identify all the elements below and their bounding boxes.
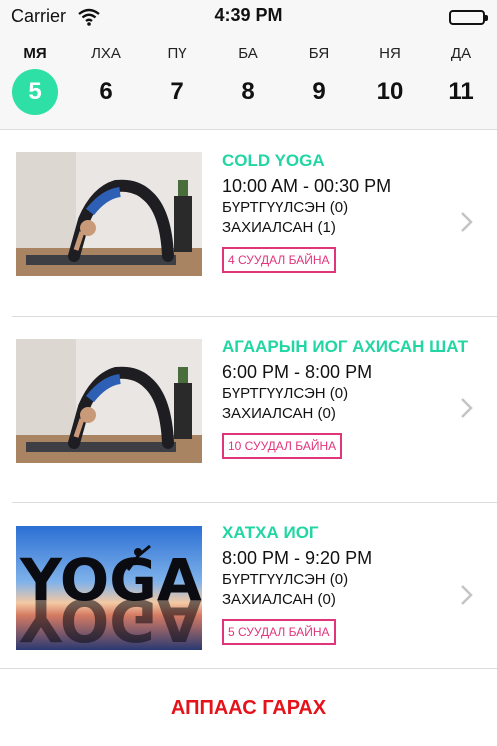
class-thumbnail [16, 152, 202, 276]
seats-available-badge: 10 СУУДАЛ БАЙНА [222, 433, 343, 459]
class-time: 8:00 PM - 9:20 PM [222, 548, 373, 568]
day-item-tue[interactable]: ЛХА 6 [76, 34, 136, 130]
day-number: 9 [312, 78, 326, 105]
day-number: 11 [448, 78, 474, 105]
day-item-thu[interactable]: БА 8 [218, 34, 278, 130]
day-number: 10 [376, 78, 404, 105]
chevron-right-icon [459, 210, 475, 234]
class-time: 6:00 PM - 8:00 PM [222, 362, 373, 382]
day-of-week-label: МЯ [23, 45, 47, 62]
class-thumbnail: YOGA YOGA [16, 526, 202, 650]
chevron-right-icon [459, 583, 475, 607]
booked-count: ЗАХИАЛСАН (0) [222, 405, 336, 422]
class-info: ХАТХА ИОГ 8:00 PM - 9:20 PM БҮРТГҮҮЛСЭН … [222, 522, 482, 645]
yoga-wheel-pose-image [16, 339, 202, 463]
battery-icon [449, 10, 488, 25]
week-day-strip: МЯ 5 ЛХА 6 ПҮ 7 БА 8 БЯ 9 НЯ 10 ДА 11 [0, 34, 497, 130]
day-of-week-label: ЛХА [91, 45, 121, 62]
day-item-sat[interactable]: НЯ 10 [360, 34, 420, 130]
class-list-item[interactable]: COLD YOGA 10:00 AM - 00:30 PM БҮРТГҮҮЛСЭ… [0, 130, 497, 316]
day-item-wed[interactable]: ПҮ 7 [147, 34, 207, 130]
registered-count: БҮРТГҮҮЛСЭН (0) [222, 385, 349, 402]
class-thumbnail [16, 339, 202, 463]
logout-button[interactable]: АППААС ГАРАХ [0, 697, 497, 720]
class-info: COLD YOGA 10:00 AM - 00:30 PM БҮРТГҮҮЛСЭ… [222, 150, 482, 273]
day-number: 7 [170, 78, 184, 105]
day-of-week-label: НЯ [379, 45, 401, 62]
seats-available-badge: 5 СУУДАЛ БАЙНА [222, 619, 336, 645]
status-bar: Carrier 4:39 PM [0, 0, 497, 34]
class-title: ХАТХА ИОГ [222, 523, 319, 542]
day-item-sun[interactable]: ДА 11 [431, 34, 491, 130]
svg-text:YOGA: YOGA [19, 586, 202, 650]
day-item-fri[interactable]: БЯ 9 [289, 34, 349, 130]
registered-count: БҮРТГҮҮЛСЭН (0) [222, 199, 349, 216]
class-title: COLD YOGA [222, 151, 325, 170]
class-list-item[interactable]: АГААРЫН ИОГ АХИСАН ШАТ 6:00 PM - 8:00 PM… [0, 316, 497, 502]
day-number: 6 [99, 78, 113, 105]
chevron-right-icon [459, 396, 475, 420]
day-number: 8 [241, 78, 255, 105]
day-item-mon[interactable]: МЯ 5 [5, 34, 65, 130]
class-list-item[interactable]: YOGA YOGA ХАТХА ИОГ 8:00 PM - 9:20 PM БҮ… [0, 502, 497, 688]
day-of-week-label: БА [238, 45, 258, 62]
day-number: 5 [12, 69, 58, 115]
day-of-week-label: ПҮ [167, 45, 187, 62]
yoga-wheel-pose-image [16, 152, 202, 276]
class-info: АГААРЫН ИОГ АХИСАН ШАТ 6:00 PM - 8:00 PM… [222, 336, 482, 459]
registered-count: БҮРТГҮҮЛСЭН (0) [222, 571, 349, 588]
class-time: 10:00 AM - 00:30 PM [222, 176, 392, 196]
booked-count: ЗАХИАЛСАН (0) [222, 591, 336, 608]
day-of-week-label: БЯ [308, 45, 330, 62]
logout-bar: АППААС ГАРАХ [0, 668, 497, 746]
status-time: 4:39 PM [214, 5, 283, 25]
day-of-week-label: ДА [450, 45, 472, 62]
seats-available-badge: 4 СУУДАЛ БАЙНА [222, 247, 336, 273]
booked-count: ЗАХИАЛСАН (1) [222, 219, 336, 236]
class-title: АГААРЫН ИОГ АХИСАН ШАТ [222, 337, 469, 356]
yoga-sunset-image: YOGA YOGA [16, 526, 202, 650]
